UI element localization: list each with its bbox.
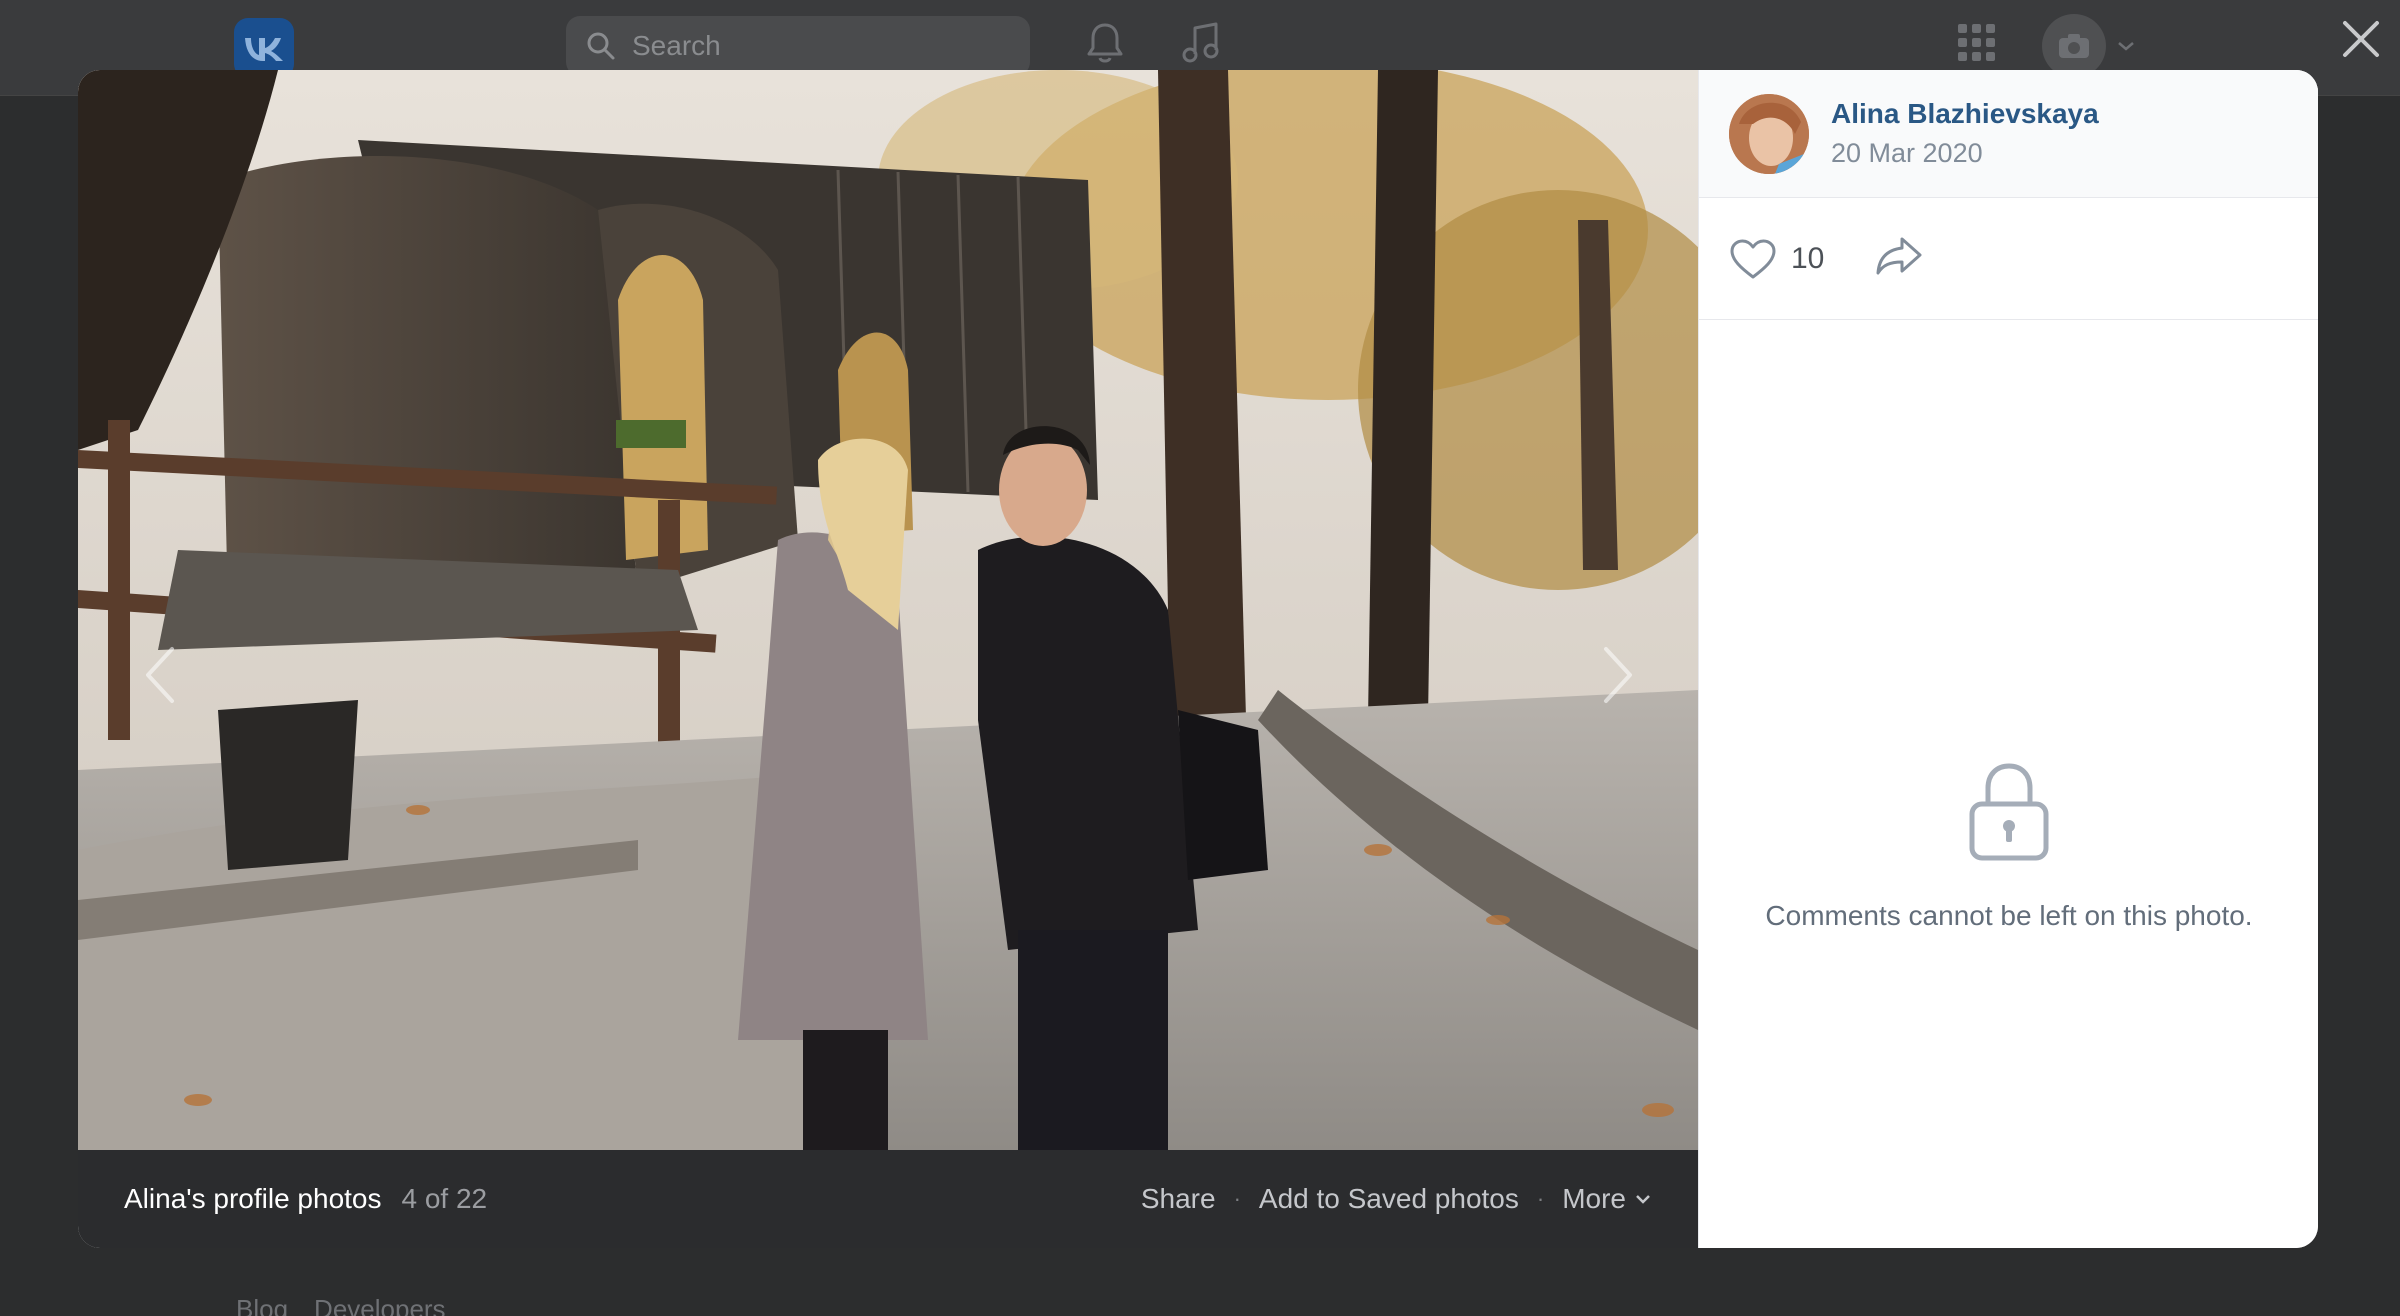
like-button[interactable]: 10 bbox=[1729, 238, 1824, 280]
search-placeholder: Search bbox=[632, 30, 721, 61]
camera-icon bbox=[2042, 14, 2106, 78]
profile-menu-button[interactable] bbox=[2042, 14, 2150, 78]
photo-viewer: Alina's profile photos 4 of 22 Share · A… bbox=[78, 70, 2318, 1248]
more-menu-button[interactable]: More bbox=[1562, 1183, 1652, 1215]
album-title-link[interactable]: Alina's profile photos bbox=[124, 1183, 382, 1215]
photo-date: 20 Mar 2020 bbox=[1831, 138, 1983, 168]
apps-grid-icon[interactable] bbox=[1952, 18, 2002, 68]
reactions-bar: 10 bbox=[1699, 198, 2318, 320]
photo-image bbox=[78, 70, 1698, 1150]
close-icon[interactable] bbox=[2336, 14, 2386, 64]
share-arrow-icon bbox=[1876, 237, 1922, 275]
chevron-right-icon bbox=[1604, 647, 1632, 703]
more-label: More bbox=[1562, 1183, 1626, 1214]
music-icon[interactable] bbox=[1176, 18, 1226, 68]
like-count: 10 bbox=[1791, 241, 1825, 275]
separator-dot: · bbox=[1233, 1186, 1241, 1211]
photo-actions: Share · Add to Saved photos · More bbox=[1141, 1183, 1652, 1215]
vk-logo-icon[interactable] bbox=[234, 18, 294, 78]
comments-locked: Comments cannot be left on this photo. bbox=[1699, 760, 2318, 932]
add-to-saved-action[interactable]: Add to Saved photos bbox=[1259, 1183, 1519, 1215]
avatar[interactable] bbox=[1729, 93, 1809, 174]
search-icon bbox=[587, 32, 615, 60]
photo-caption-bar: Alina's profile photos 4 of 22 Share · A… bbox=[78, 1150, 1698, 1248]
author-name-link[interactable]: Alina Blazhievskaya bbox=[1831, 98, 2099, 130]
next-photo-button[interactable] bbox=[1588, 630, 1648, 720]
chevron-left-icon bbox=[146, 647, 174, 703]
author-header: Alina Blazhievskaya 20 Mar 2020 bbox=[1699, 70, 2318, 198]
heart-icon bbox=[1730, 239, 1776, 278]
share-button[interactable] bbox=[1874, 235, 1924, 282]
chevron-down-icon bbox=[1636, 1195, 1650, 1204]
photo-position: 4 of 22 bbox=[401, 1183, 488, 1214]
comments-locked-message: Comments cannot be left on this photo. bbox=[1765, 900, 2253, 931]
bell-icon[interactable] bbox=[1080, 18, 1130, 68]
photo[interactable] bbox=[78, 70, 1698, 1150]
separator-dot: · bbox=[1536, 1186, 1545, 1211]
photo-side-panel: Alina Blazhievskaya 20 Mar 2020 10 Comme… bbox=[1698, 70, 2318, 1248]
previous-photo-button[interactable] bbox=[130, 630, 190, 720]
page: Search Blog Developers Alina's profile p… bbox=[0, 0, 2400, 1316]
footer-link-blog[interactable]: Blog bbox=[236, 1294, 288, 1316]
share-action[interactable]: Share bbox=[1141, 1183, 1216, 1215]
footer-link-developers[interactable]: Developers bbox=[314, 1294, 446, 1316]
chevron-down-icon bbox=[2118, 42, 2134, 51]
search-input[interactable]: Search bbox=[566, 16, 1030, 76]
lock-icon bbox=[1969, 763, 2049, 861]
background-footer-links: Blog Developers bbox=[236, 1294, 446, 1316]
